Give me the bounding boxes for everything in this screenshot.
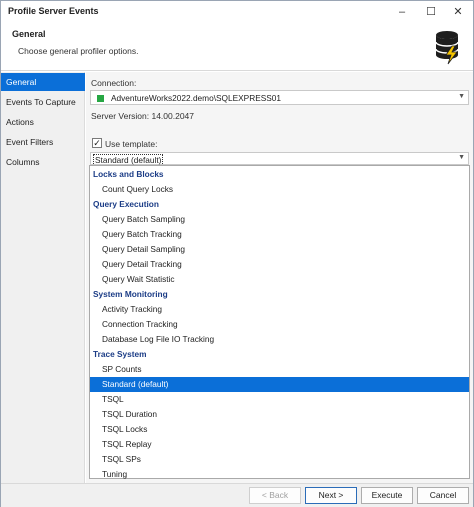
list-item[interactable]: Query Detail Sampling	[90, 242, 469, 257]
list-item[interactable]: Query Batch Tracking	[90, 227, 469, 242]
group-header-query-execution: Query Execution	[93, 199, 159, 209]
server-version: Server Version: 14.00.2047	[91, 111, 195, 121]
sidebar-item-events-to-capture[interactable]: Events To Capture	[1, 93, 85, 111]
next-button[interactable]: Next >	[305, 487, 357, 504]
cancel-button[interactable]: Cancel	[417, 487, 469, 504]
template-dropdown-list: Locks and Blocks Count Query Locks Query…	[89, 165, 470, 479]
connection-value: AdventureWorks2022.demo\SQLEXPRESS01	[111, 93, 282, 103]
group-header-locks-and-blocks: Locks and Blocks	[93, 169, 164, 179]
chevron-down-icon[interactable]: ▼	[458, 93, 465, 100]
dialog-footer: < Back Next > Execute Cancel	[1, 483, 473, 507]
profile-server-events-window: Profile Server Events – ☐ ✕ General Choo…	[0, 0, 474, 507]
sidebar-item-general[interactable]: General	[1, 73, 85, 91]
back-button[interactable]: < Back	[249, 487, 301, 504]
page-subtitle: Choose general profiler options.	[18, 46, 139, 56]
list-item[interactable]: Count Query Locks	[90, 182, 469, 197]
page-header: General Choose general profiler options.	[1, 23, 473, 71]
connection-status-icon	[97, 95, 104, 102]
list-item[interactable]: Connection Tracking	[90, 317, 469, 332]
list-item-selected[interactable]: Standard (default)	[90, 377, 469, 392]
list-item[interactable]: Tuning	[90, 467, 469, 482]
list-item[interactable]: TSQL SPs	[90, 452, 469, 467]
window-title: Profile Server Events	[8, 6, 99, 16]
sidebar-item-event-filters[interactable]: Event Filters	[1, 133, 85, 151]
sidebar-item-actions[interactable]: Actions	[1, 113, 85, 131]
maximize-button[interactable]: ☐	[418, 1, 444, 23]
use-template-label: Use template:	[105, 139, 158, 149]
sidebar: General Events To Capture Actions Event …	[1, 72, 85, 484]
execute-button[interactable]: Execute	[361, 487, 413, 504]
close-button[interactable]: ✕	[445, 1, 471, 23]
group-header-system-monitoring: System Monitoring	[93, 289, 168, 299]
list-item[interactable]: SP Counts	[90, 362, 469, 377]
list-item[interactable]: Query Detail Tracking	[90, 257, 469, 272]
list-item[interactable]: Database Log File IO Tracking	[90, 332, 469, 347]
list-item[interactable]: TSQL Locks	[90, 422, 469, 437]
sidebar-item-columns[interactable]: Columns	[1, 153, 85, 171]
list-item[interactable]: TSQL Duration	[90, 407, 469, 422]
list-item[interactable]: Activity Tracking	[90, 302, 469, 317]
list-item[interactable]: Query Wait Statistic	[90, 272, 469, 287]
database-lightning-icon	[435, 31, 459, 65]
use-template-checkbox[interactable]: ✓	[92, 138, 102, 148]
page-title: General	[12, 29, 46, 39]
title-bar[interactable]: Profile Server Events – ☐ ✕	[1, 1, 473, 23]
chevron-down-icon[interactable]: ▼	[458, 154, 465, 161]
group-header-trace-system: Trace System	[93, 349, 147, 359]
template-select[interactable]: Standard (default) ▼	[90, 152, 469, 166]
list-item[interactable]: Query Batch Sampling	[90, 212, 469, 227]
minimize-button[interactable]: –	[389, 1, 415, 23]
connection-label: Connection:	[91, 78, 137, 88]
connection-select[interactable]: AdventureWorks2022.demo\SQLEXPRESS01 ▼	[90, 90, 469, 105]
list-item[interactable]: TSQL	[90, 392, 469, 407]
list-item[interactable]: TSQL Replay	[90, 437, 469, 452]
